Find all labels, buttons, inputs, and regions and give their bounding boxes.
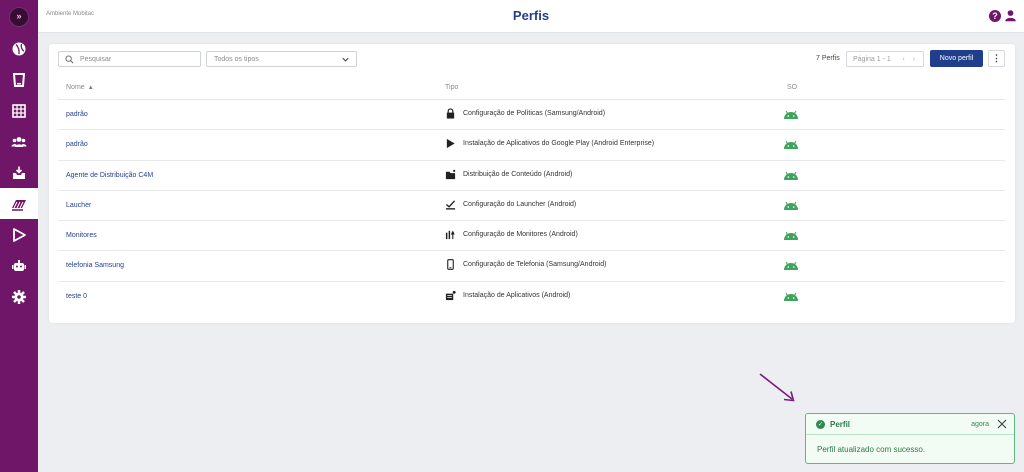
profile-count: 7 Perfis (816, 55, 840, 62)
profile-name-link[interactable]: padrão (66, 141, 88, 148)
profile-name-link[interactable]: telefonia Samsung (66, 262, 124, 269)
table-row[interactable]: Monitores Configuração de Monitores (And… (58, 221, 1005, 252)
profiles-table: Nome ▲ Tipo SO padrão Configuração de Pol… (58, 76, 1005, 312)
play-store-icon (13, 227, 26, 242)
android-icon (784, 141, 798, 150)
play-icon (446, 139, 455, 149)
close-icon[interactable] (996, 418, 1008, 430)
inbox-download-icon (13, 166, 25, 179)
calendar-grid-icon (12, 103, 26, 118)
android-icon (784, 262, 798, 271)
profile-type-label: Configuração de Políticas (Samsung/Andro… (463, 110, 606, 117)
app-logo[interactable]: » (9, 6, 29, 27)
search-icon (65, 54, 74, 63)
profile-type: Configuração de Telefonia (Samsung/Andro… (445, 259, 607, 271)
pager-arrows[interactable]: ‹ › (902, 56, 918, 63)
monitor-bars-icon (445, 230, 455, 240)
success-toast: ✓ Perfil agora Perfil atualizado com suc… (805, 413, 1015, 464)
annotation-arrow-icon (759, 373, 795, 402)
column-name-header[interactable]: Nome ▲ (66, 84, 94, 91)
toast-message: Perfil atualizado com sucesso. (817, 445, 926, 454)
profile-type: Configuração de Monitores (Android) (445, 229, 578, 240)
sidebar-item-devices[interactable] (0, 64, 38, 95)
devices-icon (12, 72, 26, 87)
profile-type-label: Instalação de Aplicativos (Android) (463, 291, 571, 299)
table-row[interactable]: teste 0 Instalação de Aplicativos (Andro… (58, 282, 1005, 312)
type-filter-select[interactable]: Todos os tipos (206, 51, 357, 67)
column-type-header: Tipo (445, 84, 459, 91)
chevron-down-icon (342, 57, 349, 62)
table-row[interactable]: telefonia Samsung Configuração de Telefo… (58, 251, 1005, 282)
profile-name-link[interactable]: teste 0 (66, 293, 87, 300)
sidebar-item-users[interactable] (0, 126, 38, 157)
type-filter-value: Todos os tipos (214, 55, 259, 63)
sidebar-item-overview[interactable] (0, 33, 38, 64)
column-name-label: Nome (66, 84, 85, 91)
android-icon (784, 110, 798, 119)
profile-type: Instalação de Aplicativos do Google Play… (445, 138, 654, 149)
profile-type-label: Configuração de Monitores (Android) (463, 231, 578, 239)
sidebar-item-android[interactable] (0, 250, 38, 281)
android-icon (784, 231, 798, 241)
sort-asc-icon: ▲ (87, 85, 94, 91)
table-row[interactable]: Agente de Distribuição C4M Distribuição … (58, 161, 1005, 191)
logo-glyph: » (16, 11, 22, 21)
profile-type-label: Configuração de Telefonia (Samsung/Andro… (463, 261, 607, 269)
toast-header: ✓ Perfil agora (806, 414, 1014, 435)
search-box[interactable] (58, 51, 201, 67)
sidebar-item-distribution[interactable] (0, 157, 38, 188)
sidebar-item-calendar[interactable] (0, 95, 38, 126)
sports-ball-icon (12, 42, 26, 55)
profile-type: Instalação de Aplicativos (Android) (445, 290, 570, 301)
sidebar-item-play-store[interactable] (0, 219, 38, 250)
profile-type-label: Instalação de Aplicativos do Google Play… (463, 140, 655, 148)
top-bar: Ambiente Mobitac Perfis ? (38, 0, 1024, 33)
check-circle-icon: ✓ (816, 420, 825, 429)
android-robot-icon (12, 259, 26, 271)
logo-area: » (0, 0, 38, 33)
sidebar-item-profiles[interactable] (0, 188, 38, 219)
sidebar-item-settings[interactable] (0, 281, 38, 312)
profile-name-link[interactable]: Agente de Distribuição C4M (66, 172, 153, 179)
toast-title: Perfil (830, 420, 851, 429)
sidebar: » (0, 0, 38, 472)
profiles-stack-icon (12, 199, 26, 211)
lock-icon (446, 108, 455, 119)
android-icon (784, 292, 798, 301)
search-input[interactable] (80, 55, 195, 63)
profile-name-link[interactable]: Laucher (66, 202, 91, 209)
user-icon[interactable] (1004, 9, 1017, 22)
pager-label: Página 1 - 1 (853, 55, 891, 63)
users-group-icon (11, 136, 27, 147)
more-options-icon[interactable]: ⋮ (988, 50, 1005, 67)
profile-type-label: Distribuição de Conteúdo (Android) (463, 170, 573, 178)
table-header: Nome ▲ Tipo SO (58, 76, 1005, 100)
profiles-card: Todos os tipos 7 Perfis Página 1 - 1 ‹ ›… (49, 44, 1015, 323)
folder-icon (445, 169, 456, 179)
profile-name-link[interactable]: Monitores (66, 232, 97, 239)
table-row[interactable]: Laucher Configuração do Launcher (Androi… (58, 191, 1005, 222)
profile-name-link[interactable]: padrão (66, 111, 88, 118)
page-title: Perfis (512, 8, 550, 23)
pagination[interactable]: Página 1 - 1 ‹ › (846, 51, 924, 67)
table-row[interactable]: padrão Configuração de Políticas (Samsun… (58, 100, 1005, 131)
column-os-header: SO (787, 84, 798, 91)
new-profile-button[interactable]: Novo perfil (930, 50, 983, 67)
phone-icon (447, 259, 454, 271)
android-icon (784, 201, 798, 210)
launcher-check-icon (445, 200, 456, 210)
profile-type-label: Configuração do Launcher (Android) (463, 200, 577, 208)
profile-type: Configuração de Políticas (Samsung/Andro… (445, 108, 605, 119)
profile-type: Distribuição de Conteúdo (Android) (445, 169, 572, 180)
settings-gear-icon (12, 289, 26, 304)
android-icon (784, 171, 798, 180)
profile-type: Configuração do Launcher (Android) (445, 199, 576, 210)
help-icon[interactable]: ? (989, 10, 1001, 22)
app-install-icon (445, 290, 456, 300)
toast-timestamp: agora (971, 421, 989, 428)
table-row[interactable]: padrão Instalação de Aplicativos do Goog… (58, 130, 1005, 161)
